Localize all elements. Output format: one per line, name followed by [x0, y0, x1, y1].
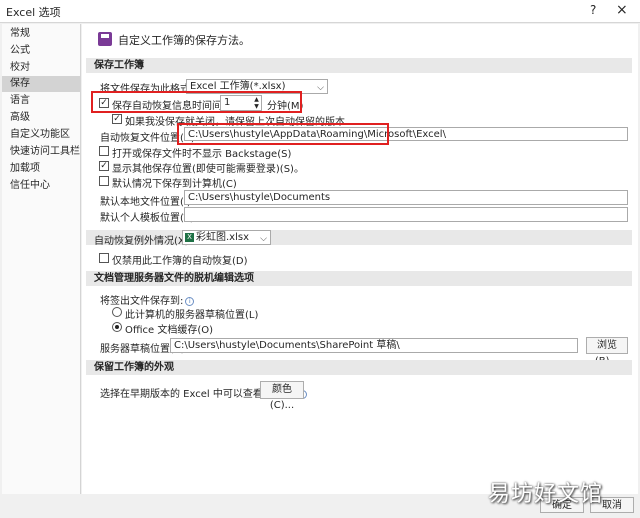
- save-disk-icon: [98, 32, 112, 46]
- disable-autorecover-label: 仅禁用此工作簿的自动恢复(D): [112, 256, 248, 267]
- keep-last-version-checkbox[interactable]: ✓: [112, 114, 122, 124]
- sidebar-item-advanced[interactable]: 高级: [2, 110, 80, 126]
- sidebar-item-language[interactable]: 语言: [2, 93, 80, 109]
- title-bar: Excel 选项 ? ×: [0, 0, 640, 23]
- workbook-value: 彩虹图.xlsx: [196, 232, 250, 243]
- sidebar-item-customize-ribbon[interactable]: 自定义功能区: [2, 127, 80, 143]
- local-location-value: C:\Users\hustyle\Documents: [188, 192, 331, 203]
- sidebar-item-proofing[interactable]: 校对: [2, 60, 80, 76]
- template-location-label: 默认个人模板位置(T):: [100, 213, 198, 224]
- drafts-location-input[interactable]: C:\Users\hustyle\Documents\SharePoint 草稿…: [170, 338, 578, 353]
- show-other-locations-label: 显示其他保存位置(即使可能需要登录)(S)。: [112, 164, 304, 175]
- help-icon[interactable]: ?: [590, 3, 596, 17]
- no-backstage-checkbox[interactable]: [99, 146, 109, 156]
- default-computer-checkbox[interactable]: [99, 176, 109, 186]
- sidebar-item-formulas[interactable]: 公式: [2, 43, 80, 59]
- template-location-input[interactable]: [184, 207, 628, 222]
- main-panel: 自定义工作簿的保存方法。 保存工作簿 将文件保存为此格式(F): Excel 工…: [82, 24, 638, 494]
- highlight-box-autorecover: [91, 91, 302, 113]
- disable-autorecover-checkbox[interactable]: [99, 253, 109, 263]
- no-backstage-label: 打开或保存文件时不显示 Backstage(S): [112, 149, 292, 160]
- workbook-dropdown[interactable]: X 彩虹图.xlsx ⌵: [182, 230, 271, 245]
- sidebar-item-save[interactable]: 保存: [2, 76, 80, 92]
- radio-server-drafts-label: 此计算机的服务器草稿位置(L): [125, 310, 259, 321]
- sidebar-item-general[interactable]: 常规: [2, 26, 80, 42]
- show-other-locations-checkbox[interactable]: ✓: [99, 161, 109, 171]
- browse-button[interactable]: 浏览(B)...: [586, 337, 628, 367]
- default-computer-label: 默认情况下保存到计算机(C): [112, 179, 237, 190]
- autorecover-exceptions-label: 自动恢复例外情况(X):: [94, 236, 193, 247]
- radio-server-drafts[interactable]: [112, 307, 122, 317]
- excel-file-icon: X: [185, 233, 194, 242]
- sidebar-item-quick-access[interactable]: 快速访问工具栏: [2, 144, 80, 160]
- chevron-down-icon: ⌵: [260, 234, 267, 244]
- sidebar-item-trust-center[interactable]: 信任中心: [2, 178, 80, 194]
- section-save-workbooks: 保存工作簿: [86, 58, 632, 73]
- section-workbook-appearance: 保留工作簿的外观: [86, 360, 632, 375]
- watermark: 易坊好文馆: [488, 482, 604, 507]
- highlight-box-location: [177, 123, 389, 145]
- colors-button[interactable]: 颜色(C)...: [260, 381, 304, 411]
- page-heading: 自定义工作簿的保存方法。: [118, 34, 250, 47]
- window-title: Excel 选项: [6, 6, 61, 19]
- sidebar-item-addins[interactable]: 加载项: [2, 161, 80, 177]
- local-location-label: 默认本地文件位置(I):: [100, 197, 195, 208]
- close-icon[interactable]: ×: [616, 2, 628, 18]
- info-icon: i: [185, 296, 195, 306]
- sidebar: 常规 公式 校对 保存 语言 高级 自定义功能区 快速访问工具栏 加载项 信任中…: [2, 24, 81, 494]
- local-location-input[interactable]: C:\Users\hustyle\Documents: [184, 190, 628, 205]
- save-checked-out-label: 将签出文件保存到: i: [100, 292, 195, 307]
- radio-office-cache-label: Office 文档缓存(O): [125, 325, 214, 336]
- chevron-down-icon: ⌵: [317, 83, 324, 93]
- drafts-location-value: C:\Users\hustyle\Documents\SharePoint 草稿…: [174, 340, 400, 351]
- section-offline-editing: 文档管理服务器文件的脱机编辑选项: [86, 271, 632, 286]
- radio-office-cache[interactable]: [112, 322, 122, 332]
